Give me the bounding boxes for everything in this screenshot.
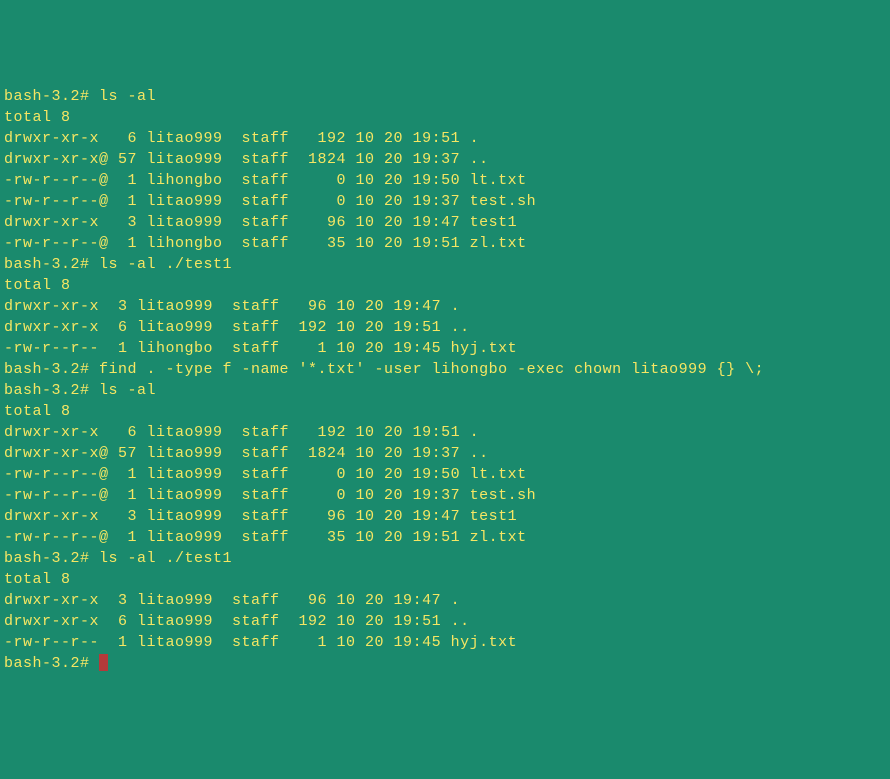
terminal-line: -rw-r--r--@ 1 lihongbo staff 0 10 20 19:…	[4, 170, 886, 191]
terminal-line: total 8	[4, 275, 886, 296]
cursor-block	[99, 654, 108, 671]
terminal-line: -rw-r--r--@ 1 lihongbo staff 35 10 20 19…	[4, 233, 886, 254]
terminal-line: drwxr-xr-x@ 57 litao999 staff 1824 10 20…	[4, 443, 886, 464]
terminal-line: bash-3.2# ls -al ./test1	[4, 548, 886, 569]
terminal-line: drwxr-xr-x 6 litao999 staff 192 10 20 19…	[4, 422, 886, 443]
terminal-line: -rw-r--r-- 1 litao999 staff 1 10 20 19:4…	[4, 632, 886, 653]
terminal-line: bash-3.2# ls -al	[4, 380, 886, 401]
shell-prompt: bash-3.2#	[4, 655, 99, 672]
terminal-line: bash-3.2# ls -al ./test1	[4, 254, 886, 275]
terminal-output[interactable]: bash-3.2# ls -altotal 8drwxr-xr-x 6 lita…	[4, 86, 886, 674]
terminal-line: -rw-r--r--@ 1 litao999 staff 35 10 20 19…	[4, 527, 886, 548]
terminal-line: drwxr-xr-x 3 litao999 staff 96 10 20 19:…	[4, 590, 886, 611]
prompt-line[interactable]: bash-3.2#	[4, 653, 886, 674]
terminal-line: total 8	[4, 401, 886, 422]
terminal-line: drwxr-xr-x 3 litao999 staff 96 10 20 19:…	[4, 296, 886, 317]
terminal-line: drwxr-xr-x 6 litao999 staff 192 10 20 19…	[4, 317, 886, 338]
terminal-line: drwxr-xr-x@ 57 litao999 staff 1824 10 20…	[4, 149, 886, 170]
terminal-line: drwxr-xr-x 3 litao999 staff 96 10 20 19:…	[4, 506, 886, 527]
terminal-line: -rw-r--r--@ 1 litao999 staff 0 10 20 19:…	[4, 191, 886, 212]
terminal-line: total 8	[4, 569, 886, 590]
terminal-line: drwxr-xr-x 6 litao999 staff 192 10 20 19…	[4, 128, 886, 149]
terminal-line: -rw-r--r--@ 1 litao999 staff 0 10 20 19:…	[4, 464, 886, 485]
terminal-line: bash-3.2# ls -al	[4, 86, 886, 107]
terminal-line: -rw-r--r-- 1 lihongbo staff 1 10 20 19:4…	[4, 338, 886, 359]
terminal-line: -rw-r--r--@ 1 litao999 staff 0 10 20 19:…	[4, 485, 886, 506]
terminal-line: total 8	[4, 107, 886, 128]
terminal-line: drwxr-xr-x 6 litao999 staff 192 10 20 19…	[4, 611, 886, 632]
terminal-line: bash-3.2# find . -type f -name '*.txt' -…	[4, 359, 886, 380]
terminal-line: drwxr-xr-x 3 litao999 staff 96 10 20 19:…	[4, 212, 886, 233]
